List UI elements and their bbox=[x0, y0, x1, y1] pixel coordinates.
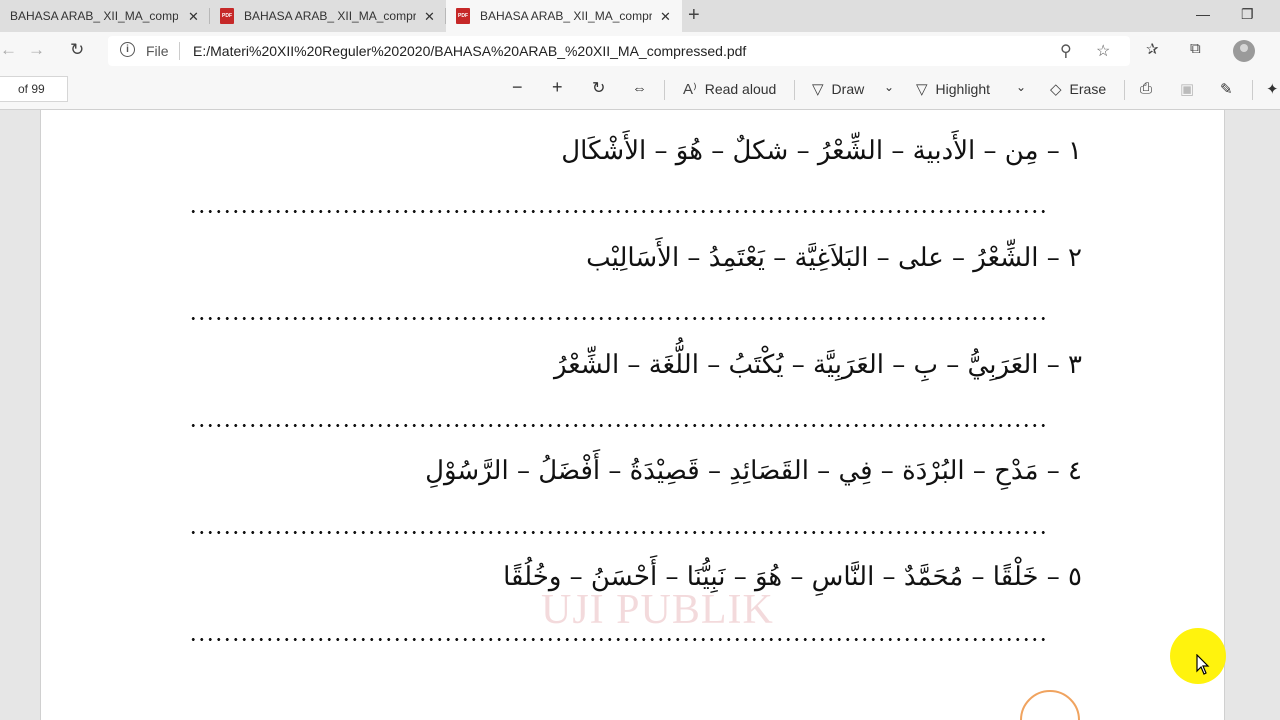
url-field[interactable]: i File E:/Materi%20XII%20Reguler%202020/… bbox=[108, 36, 1130, 66]
exercise-number: ٥ bbox=[1068, 562, 1082, 592]
close-icon[interactable]: ✕ bbox=[660, 9, 671, 25]
exercise-number: ٤ bbox=[1068, 456, 1082, 486]
divider bbox=[1124, 80, 1125, 100]
new-tab-button[interactable]: + bbox=[688, 4, 700, 27]
close-icon[interactable]: ✕ bbox=[424, 9, 435, 25]
erase-button[interactable]: ◇ Erase bbox=[1050, 80, 1106, 98]
pin-icon[interactable]: ✦ bbox=[1266, 80, 1279, 98]
refresh-button[interactable]: ↻ bbox=[70, 40, 84, 60]
save-icon[interactable]: ▣ bbox=[1180, 80, 1194, 98]
divider bbox=[1252, 80, 1253, 100]
pdf-page: UJI PUBLIK ١ – مِن – الأَدبية – الشِّعْر… bbox=[40, 110, 1225, 720]
restore-button[interactable]: ❐ bbox=[1241, 6, 1254, 23]
exercise-number: ٣ bbox=[1068, 350, 1082, 380]
chevron-down-icon[interactable]: ⌄ bbox=[884, 80, 894, 94]
read-aloud-button[interactable]: A⁾ Read aloud bbox=[683, 80, 776, 98]
divider bbox=[794, 80, 795, 100]
exercise-3: ٣ – العَرَبِيُّ – بِ – العَرَبِيَّة – يُ… bbox=[553, 350, 1082, 380]
close-icon[interactable]: ✕ bbox=[188, 9, 199, 25]
page-number-field[interactable]: of 99 bbox=[0, 76, 68, 102]
exercise-text: الشِّعْرُ – على – البَلاَغِيَّة – يَعْتَ… bbox=[586, 243, 1039, 273]
read-aloud-icon: A⁾ bbox=[683, 81, 697, 98]
profile-avatar[interactable] bbox=[1233, 40, 1255, 62]
draw-label: Draw bbox=[831, 81, 865, 97]
eraser-icon: ◇ bbox=[1050, 81, 1062, 98]
tab-3-active[interactable]: PDF BAHASA ARAB_ XII_MA_compressed.pdf ✕ bbox=[446, 0, 682, 32]
tab-bar: BAHASA ARAB_ XII_MA_compressed.pdf ✕ PDF… bbox=[0, 0, 1280, 32]
info-icon[interactable]: i bbox=[120, 42, 135, 57]
answer-line bbox=[189, 209, 1045, 214]
favorites-icon[interactable]: ✰ bbox=[1146, 40, 1159, 58]
url-text[interactable]: E:/Materi%20XII%20Reguler%202020/BAHASA%… bbox=[193, 43, 746, 59]
exercise-5: ٥ – خَلْقًا – مُحَمَّدٌ – النَّاسِ – هُو… bbox=[503, 562, 1082, 592]
exercise-2: ٢ – الشِّعْرُ – على – البَلاَغِيَّة – يَ… bbox=[586, 243, 1082, 273]
pdf-viewer[interactable]: UJI PUBLIK ١ – مِن – الأَدبية – الشِّعْر… bbox=[0, 110, 1280, 720]
read-aloud-label: Read aloud bbox=[704, 81, 777, 97]
save-as-icon[interactable]: ✎ bbox=[1220, 80, 1233, 98]
mouse-pointer-icon bbox=[1196, 654, 1210, 675]
print-icon[interactable]: ⎙ bbox=[1140, 80, 1152, 97]
scheme-label: File bbox=[146, 43, 169, 59]
page-count: of 99 bbox=[18, 82, 45, 96]
tab-2[interactable]: PDF BAHASA ARAB_ XII_MA_compressed.pdf ✕ bbox=[210, 0, 446, 32]
zoom-icon[interactable]: ⚲ bbox=[1060, 41, 1072, 61]
pdf-toolbar: of 99 − + ↻ ⇔ A⁾ Read aloud ▽ Draw ⌄ ▽ H… bbox=[0, 70, 1280, 110]
exercise-text: خَلْقًا – مُحَمَّدٌ – النَّاسِ – هُوَ – … bbox=[503, 562, 1039, 592]
exercise-1: ١ – مِن – الأَدبية – الشِّعْرُ – شكلٌ – … bbox=[561, 136, 1082, 166]
exercise-number: ٢ bbox=[1068, 243, 1082, 273]
exercise-text: العَرَبِيُّ – بِ – العَرَبِيَّة – يُكْتَ… bbox=[553, 350, 1039, 380]
exercise-text: مِن – الأَدبية – الشِّعْرُ – شكلٌ – هُوَ… bbox=[561, 136, 1039, 166]
exercise-text: مَدْحِ – البُرْدَة – فِي – القَصَائِدِ –… bbox=[425, 456, 1039, 486]
section-number-badge bbox=[1020, 690, 1080, 720]
pdf-icon: PDF bbox=[220, 8, 234, 24]
watermark: UJI PUBLIK bbox=[541, 587, 774, 633]
tab-title: BAHASA ARAB_ XII_MA_compressed.pdf bbox=[480, 9, 652, 23]
answer-line bbox=[189, 637, 1045, 642]
divider bbox=[664, 80, 665, 100]
chevron-down-icon[interactable]: ⌄ bbox=[1016, 80, 1026, 94]
zoom-out-button[interactable]: − bbox=[512, 77, 523, 98]
answer-line bbox=[189, 316, 1045, 321]
fit-page-button[interactable]: ⇔ bbox=[632, 80, 647, 97]
tab-title: BAHASA ARAB_ XII_MA_compressed.pdf bbox=[10, 9, 178, 23]
address-bar: ← → ↻ i File E:/Materi%20XII%20Reguler%2… bbox=[0, 32, 1280, 70]
draw-icon: ▽ bbox=[812, 81, 824, 98]
highlight-icon: ▽ bbox=[916, 81, 928, 98]
exercise-number: ١ bbox=[1068, 136, 1082, 166]
forward-button[interactable]: → bbox=[28, 40, 45, 60]
answer-line bbox=[189, 530, 1045, 535]
draw-button[interactable]: ▽ Draw bbox=[812, 80, 864, 98]
favorite-star-icon[interactable]: ☆ bbox=[1096, 41, 1110, 61]
exercise-4: ٤ – مَدْحِ – البُرْدَة – فِي – القَصَائِ… bbox=[425, 456, 1082, 486]
back-button[interactable]: ← bbox=[0, 40, 17, 60]
tab-1[interactable]: BAHASA ARAB_ XII_MA_compressed.pdf ✕ bbox=[0, 0, 210, 32]
minimize-button[interactable]: — bbox=[1196, 6, 1210, 22]
pdf-icon: PDF bbox=[456, 8, 470, 24]
highlight-button[interactable]: ▽ Highlight bbox=[916, 80, 990, 98]
rotate-button[interactable]: ↻ bbox=[592, 78, 605, 98]
collections-icon[interactable]: ⧉ bbox=[1190, 40, 1201, 57]
answer-line bbox=[189, 423, 1045, 428]
tab-title: BAHASA ARAB_ XII_MA_compressed.pdf bbox=[244, 9, 416, 23]
divider bbox=[179, 42, 180, 60]
erase-label: Erase bbox=[1069, 81, 1107, 97]
zoom-in-button[interactable]: + bbox=[552, 77, 563, 98]
highlight-label: Highlight bbox=[935, 81, 991, 97]
